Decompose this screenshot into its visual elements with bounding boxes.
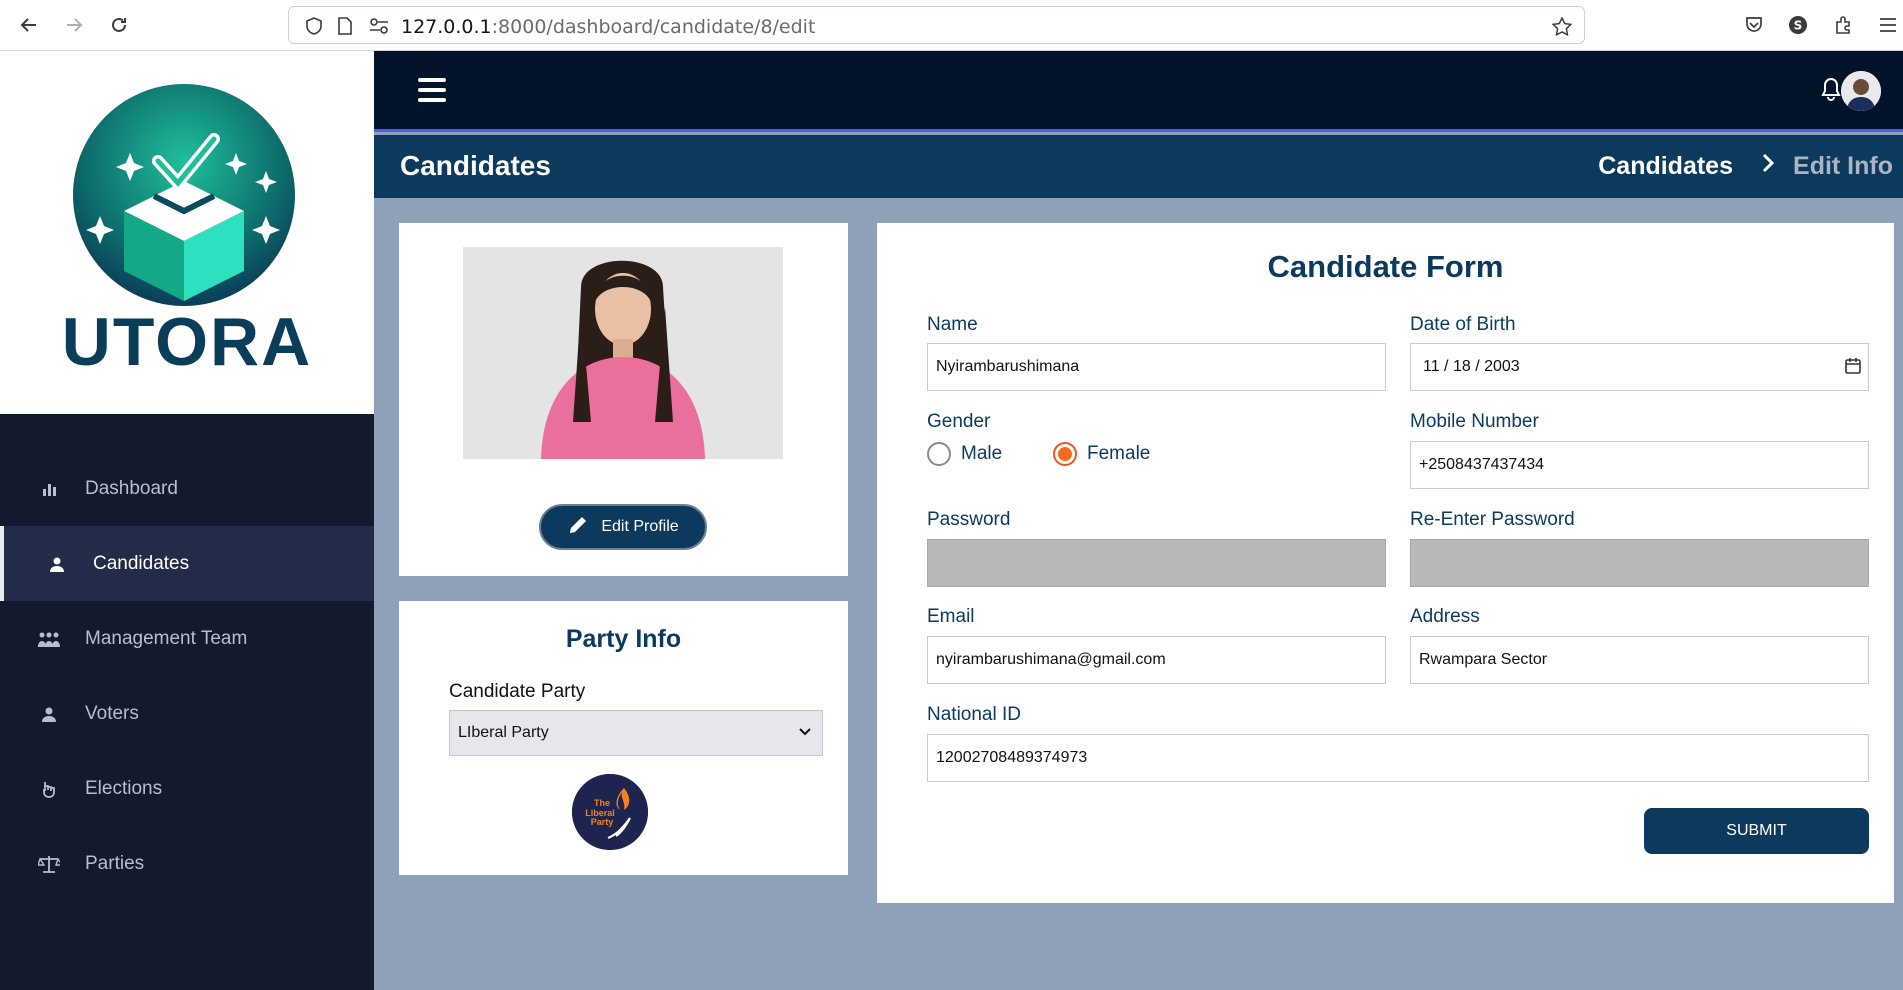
- forward-icon[interactable]: [61, 12, 87, 38]
- candidate-photo: [463, 247, 783, 459]
- sidebar-item-parties[interactable]: Parties: [0, 826, 374, 901]
- hand-vote-icon: [38, 778, 60, 800]
- sidebar-item-voters[interactable]: Voters: [0, 676, 374, 751]
- sidebar-item-elections[interactable]: Elections: [0, 751, 374, 826]
- national-id-field[interactable]: 12002708489374973: [927, 734, 1869, 782]
- brand-name: UTORA: [61, 304, 313, 380]
- breadcrumb-candidates[interactable]: Candidates: [1598, 152, 1733, 181]
- party-logo: The Liberal Party: [572, 774, 648, 850]
- page-icon: [337, 17, 353, 39]
- menu-icon[interactable]: [1875, 12, 1901, 38]
- repassword-field[interactable]: [1410, 539, 1869, 587]
- chevron-right-icon: [1760, 152, 1776, 181]
- form-title: Candidate Form: [1267, 249, 1504, 284]
- sidebar-item-label: Management Team: [85, 627, 248, 649]
- gender-male-label: Male: [961, 443, 1003, 464]
- address-field[interactable]: Rwampara Sector: [1410, 636, 1869, 684]
- mobile-field[interactable]: +2508437437434: [1410, 441, 1869, 489]
- gender-male-radio[interactable]: Male: [927, 442, 1002, 466]
- reload-icon[interactable]: [106, 12, 132, 38]
- sidebar-item-label: Elections: [85, 777, 163, 799]
- mobile-value: +2508437437434: [1419, 456, 1545, 473]
- dob-label: Date of Birth: [1410, 314, 1516, 335]
- scale-icon: [38, 853, 60, 875]
- avatar[interactable]: [1841, 71, 1881, 111]
- party-select-value: LIberal Party: [458, 724, 549, 741]
- sidebar-item-management-team[interactable]: Management Team: [0, 601, 374, 676]
- browser-toolbar: 127.0.0.1:8000/dashboard/candidate/8/edi…: [0, 0, 1903, 51]
- sidebar-logo-area: UTORA: [0, 51, 374, 414]
- radio-circle-checked: [1053, 442, 1077, 466]
- page-title: Candidates: [400, 150, 551, 181]
- repassword-label: Re-Enter Password: [1410, 509, 1575, 530]
- bar-chart-icon: [38, 478, 60, 500]
- party-info-title: Party Info: [565, 625, 682, 653]
- gender-label: Gender: [927, 411, 991, 432]
- sidebar-item-label: Voters: [85, 702, 139, 724]
- bell-icon[interactable]: [1819, 76, 1843, 106]
- user-icon: [38, 703, 60, 725]
- svg-text:S: S: [1794, 19, 1803, 33]
- name-value: Nyirambarushimana: [936, 358, 1080, 375]
- sidebar-item-label: Dashboard: [85, 477, 178, 499]
- team-icon: [38, 628, 60, 650]
- candidate-form-card: Candidate Form Name Nyirambarushimana Da…: [877, 223, 1894, 903]
- party-logo-text: The: [594, 798, 610, 808]
- password-label: Password: [927, 509, 1011, 530]
- national-id-label: National ID: [927, 704, 1021, 725]
- email-value: nyirambarushimana@gmail.com: [936, 651, 1166, 668]
- party-card: Party Info Candidate Party LIberal Party…: [399, 601, 848, 875]
- email-label: Email: [927, 606, 975, 627]
- account-icon[interactable]: S: [1785, 12, 1811, 38]
- national-id-value: 12002708489374973: [936, 749, 1088, 766]
- mobile-label: Mobile Number: [1410, 411, 1539, 432]
- name-field[interactable]: Nyirambarushimana: [927, 343, 1386, 391]
- sidebar-item-dashboard[interactable]: Dashboard: [0, 451, 374, 526]
- party-logo-text: Party: [591, 817, 614, 827]
- name-label: Name: [927, 314, 978, 335]
- gender-female-radio[interactable]: Female: [1053, 442, 1150, 466]
- dob-field[interactable]: 11 / 18 / 2003: [1410, 343, 1869, 391]
- edit-profile-button[interactable]: Edit Profile: [539, 504, 707, 550]
- chevron-down-icon: [798, 725, 812, 744]
- sidebar-item-candidates[interactable]: Candidates: [0, 526, 374, 601]
- top-header: [374, 51, 1903, 132]
- calendar-icon[interactable]: [1844, 357, 1862, 380]
- radio-circle: [927, 442, 951, 466]
- breadcrumb-edit-info: Edit Info: [1793, 152, 1893, 180]
- extensions-icon[interactable]: [1830, 12, 1856, 38]
- profile-card: Edit Profile: [399, 223, 848, 576]
- sidebar-nav: Dashboard Candidates Management Team Vot…: [0, 414, 374, 990]
- party-select[interactable]: LIberal Party: [449, 710, 823, 756]
- pocket-icon[interactable]: [1741, 12, 1767, 38]
- address-value: Rwampara Sector: [1419, 651, 1548, 668]
- bookmark-star-icon[interactable]: [1551, 16, 1573, 41]
- candidate-party-label: Candidate Party: [449, 681, 586, 702]
- back-icon[interactable]: [16, 12, 42, 38]
- hamburger-menu-icon[interactable]: [418, 78, 446, 102]
- address-bar[interactable]: 127.0.0.1:8000/dashboard/candidate/8/edi…: [288, 6, 1585, 44]
- address-label: Address: [1410, 606, 1480, 627]
- sidebar-item-label: Candidates: [93, 552, 190, 574]
- pencil-icon: [567, 514, 589, 541]
- shield-icon: [305, 17, 323, 39]
- url-text: 127.0.0.1:8000/dashboard/candidate/8/edi…: [401, 16, 816, 38]
- edit-profile-label: Edit Profile: [601, 518, 679, 535]
- email-field[interactable]: nyirambarushimana@gmail.com: [927, 636, 1386, 684]
- dob-value: 11 / 18 / 2003: [1423, 358, 1520, 375]
- page-title-bar: Candidates Candidates Edit Info: [374, 135, 1903, 198]
- password-field[interactable]: [927, 539, 1386, 587]
- gender-female-label: Female: [1087, 443, 1151, 464]
- sidebar-item-label: Parties: [85, 852, 145, 874]
- permissions-icon[interactable]: [369, 17, 389, 39]
- user-icon: [46, 553, 68, 575]
- submit-button[interactable]: SUBMIT: [1644, 808, 1869, 854]
